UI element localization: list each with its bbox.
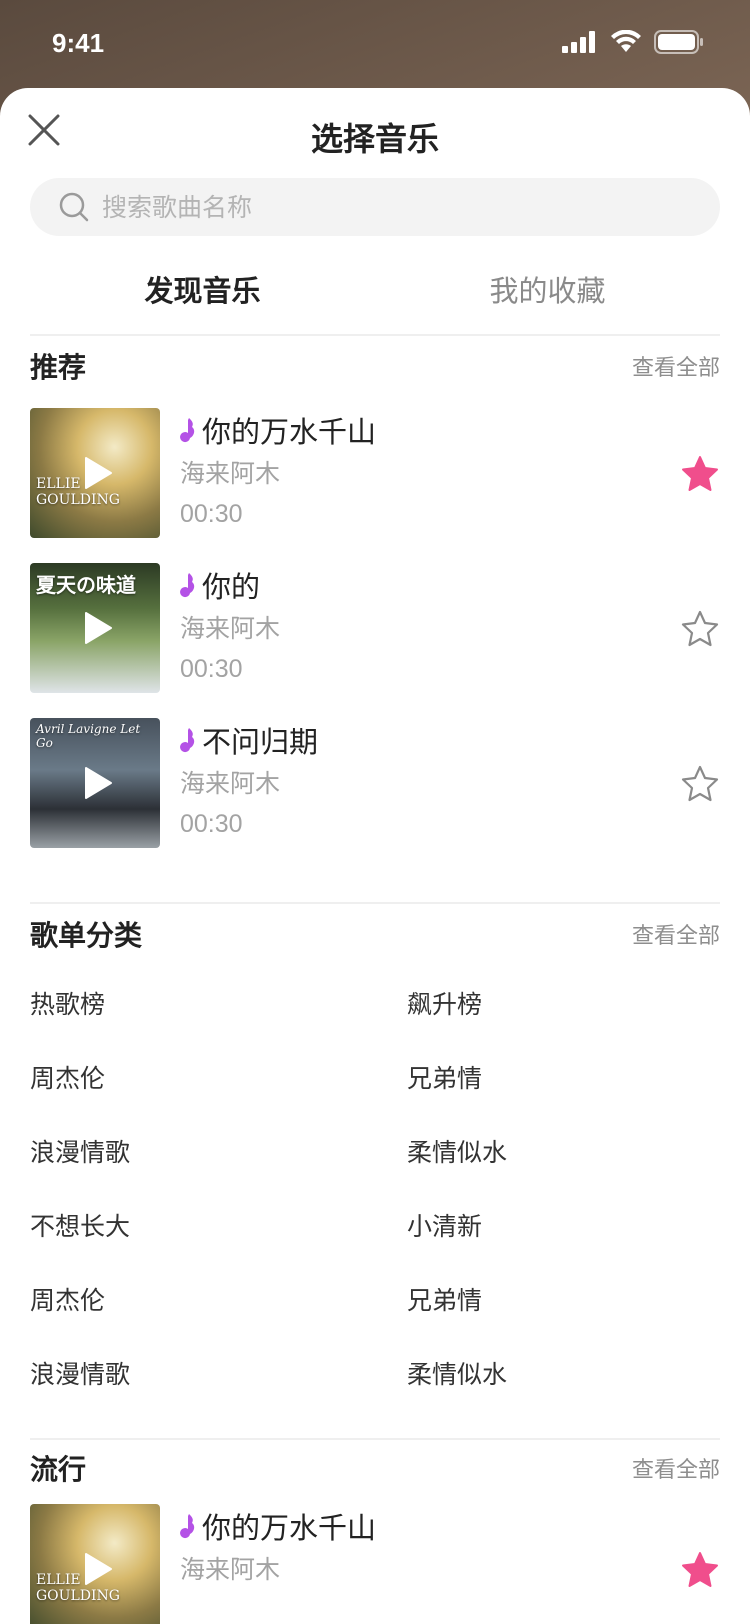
section-title: 歌单分类 (30, 919, 143, 952)
see-all-link[interactable]: 查看全部 (632, 350, 720, 382)
song-info: 你的 海来阿木 00:30 (180, 563, 280, 687)
section-title: 流行 (30, 1453, 87, 1486)
page-title: 选择音乐 (310, 120, 439, 158)
music-note-icon (180, 728, 195, 753)
playlist-category-item[interactable]: 周杰伦 (30, 1284, 105, 1318)
album-cover[interactable]: 夏天の味道 (30, 563, 160, 693)
see-all-link[interactable]: 查看全部 (632, 918, 720, 950)
status-icons (562, 30, 704, 54)
playlist-category-item[interactable]: 小清新 (407, 1210, 482, 1244)
tab-bar: 发现音乐 我的收藏 (30, 266, 720, 336)
song-duration: 00:30 (180, 655, 243, 683)
wifi-icon (611, 30, 641, 52)
song-row[interactable]: ELLIE GOULDING 你的万水千山 海来阿木 00:30 (30, 408, 720, 538)
tab-discover-music[interactable]: 发现音乐 (30, 266, 375, 334)
search-icon (59, 192, 89, 222)
status-bar: 9:41 (0, 0, 750, 90)
play-icon[interactable] (83, 611, 113, 645)
playlist-category-item[interactable]: 兄弟情 (407, 1284, 482, 1318)
playlist-category-item[interactable]: 飙升榜 (407, 988, 482, 1022)
cellular-signal-icon (562, 31, 595, 53)
song-artist: 海来阿木 (180, 1555, 281, 1584)
song-title: 你的 (202, 570, 261, 604)
song-title: 你的万水千山 (202, 415, 377, 449)
song-title: 不问归期 (202, 725, 319, 759)
album-cover[interactable]: Avril Lavigne Let Go (30, 718, 160, 848)
play-icon[interactable] (83, 766, 113, 800)
search-bar[interactable] (30, 178, 720, 236)
section-divider (30, 1438, 720, 1440)
song-row[interactable]: Avril Lavigne Let Go 不问归期 海来阿木 00:30 (30, 718, 720, 848)
playlist-category-item[interactable]: 不想长大 (30, 1210, 130, 1244)
favorite-star-outline-icon[interactable] (680, 609, 720, 649)
song-duration: 00:30 (180, 810, 243, 838)
song-artist: 海来阿木 (180, 769, 281, 798)
music-picker-sheet: 选择音乐 发现音乐 我的收藏 推荐 查看全部 ELLIE GOULDING 你的… (0, 88, 750, 1624)
see-all-link[interactable]: 查看全部 (632, 1452, 720, 1484)
cover-text: 夏天の味道 (36, 573, 136, 597)
search-input[interactable] (102, 192, 662, 222)
favorite-star-filled-icon[interactable] (680, 1550, 720, 1590)
battery-icon (654, 30, 703, 54)
section-title: 推荐 (30, 351, 87, 384)
song-info: 你的万水千山 海来阿木 (180, 1504, 376, 1588)
music-note-icon (180, 418, 195, 443)
song-row[interactable]: 夏天の味道 你的 海来阿木 00:30 (30, 563, 720, 693)
song-artist: 海来阿木 (180, 614, 281, 643)
favorite-star-outline-icon[interactable] (680, 764, 720, 804)
status-time: 9:41 (52, 28, 105, 58)
playlist-category-item[interactable]: 周杰伦 (30, 1062, 105, 1096)
playlist-category-item[interactable]: 浪漫情歌 (30, 1358, 130, 1392)
song-artist: 海来阿木 (180, 459, 281, 488)
sheet-header: 选择音乐 (0, 88, 750, 178)
playlist-category-item[interactable]: 热歌榜 (30, 988, 105, 1022)
music-note-icon (180, 573, 195, 598)
song-title: 你的万水千山 (202, 1511, 377, 1545)
cover-text: Avril Lavigne Let Go (36, 722, 141, 750)
play-icon[interactable] (83, 456, 113, 490)
playlist-category-item[interactable]: 柔情似水 (407, 1358, 507, 1392)
playlist-category-item[interactable]: 浪漫情歌 (30, 1136, 130, 1170)
song-info: 你的万水千山 海来阿木 00:30 (180, 408, 376, 532)
section-divider (30, 902, 720, 904)
recommend-section-header: 推荐 查看全部 (30, 346, 720, 386)
song-row[interactable]: ELLIE GOULDING 你的万水千山 海来阿木 (30, 1504, 720, 1624)
playlist-section-header: 歌单分类 查看全部 (30, 914, 720, 954)
music-note-icon (180, 1514, 195, 1539)
playlist-category-item[interactable]: 柔情似水 (407, 1136, 507, 1170)
tab-my-favorites[interactable]: 我的收藏 (375, 266, 720, 334)
favorite-star-filled-icon[interactable] (680, 454, 720, 494)
playlist-category-item[interactable]: 兄弟情 (407, 1062, 482, 1096)
popular-section-header: 流行 查看全部 (30, 1448, 720, 1488)
play-icon[interactable] (83, 1552, 113, 1586)
album-cover[interactable]: ELLIE GOULDING (30, 1504, 160, 1624)
album-cover[interactable]: ELLIE GOULDING (30, 408, 160, 538)
song-info: 不问归期 海来阿木 00:30 (180, 718, 318, 842)
song-duration: 00:30 (180, 500, 243, 528)
